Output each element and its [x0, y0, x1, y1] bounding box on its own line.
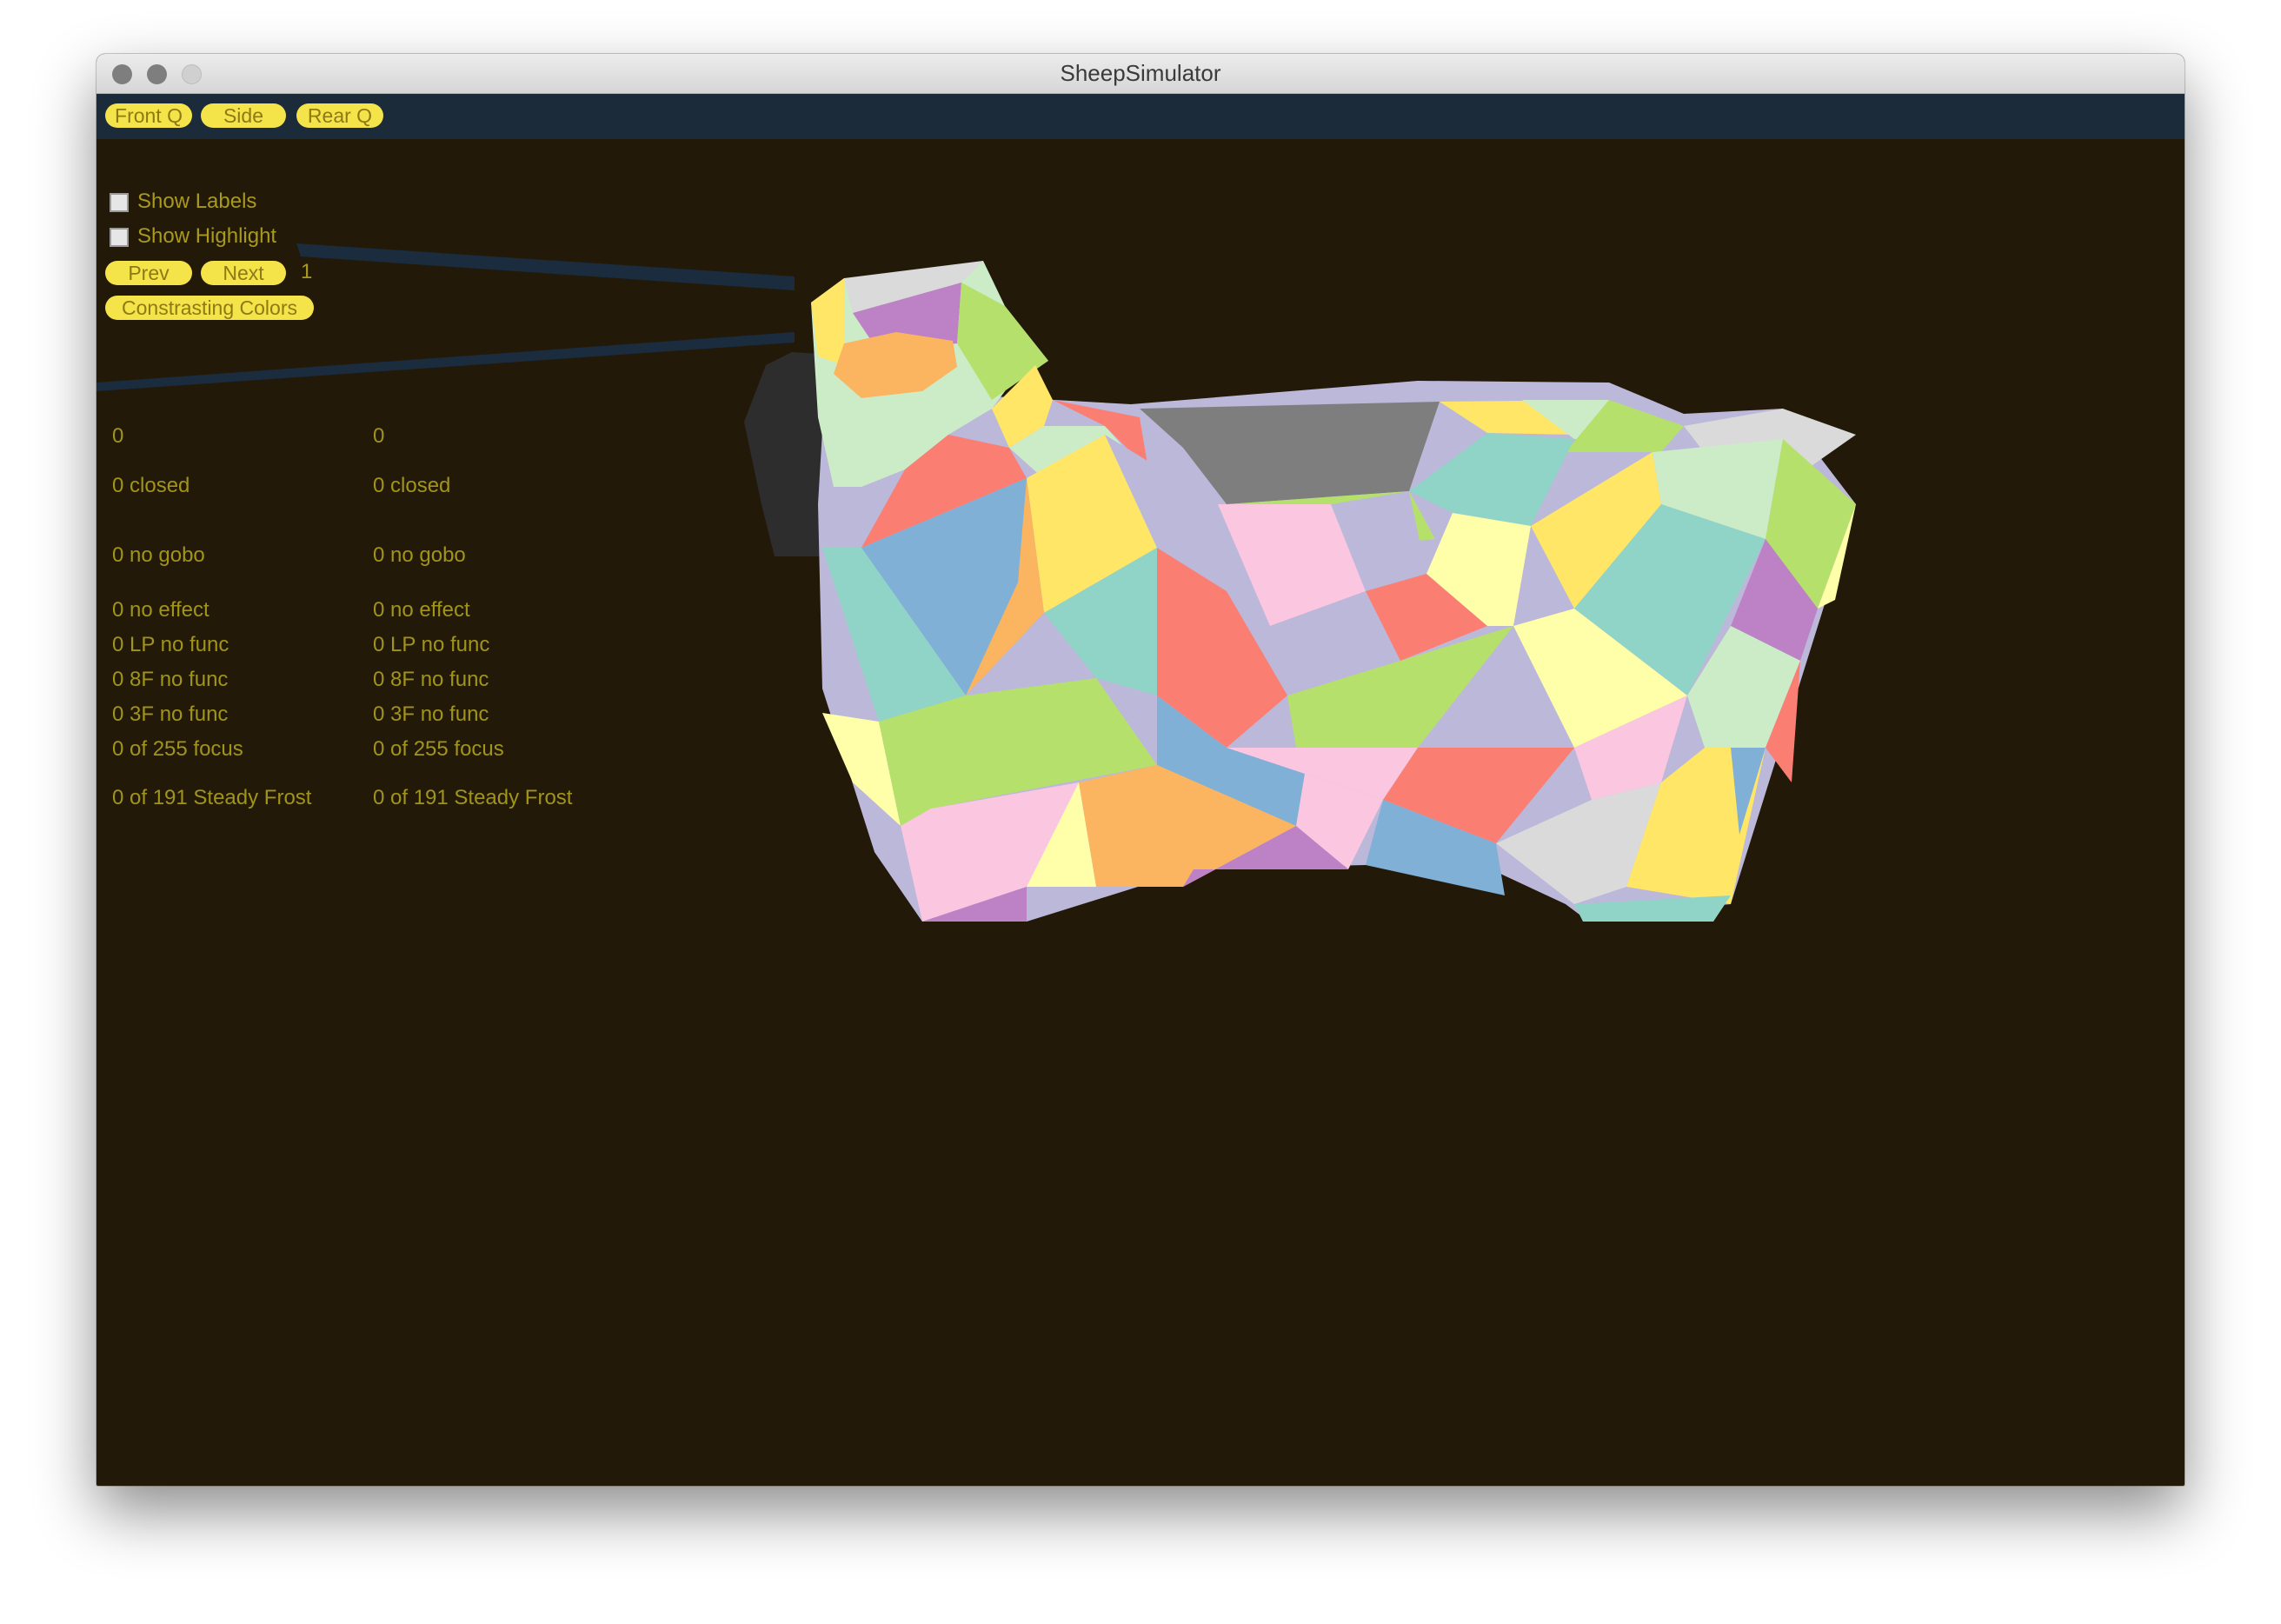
prev-button[interactable]: Prev [105, 261, 192, 285]
title-bar: SheepSimulator [96, 54, 2185, 94]
simulation-canvas[interactable]: Show Labels Show Highlight Prev Next 1 C… [96, 139, 2185, 1486]
right-fixture-effect: 0 no effect [373, 598, 470, 622]
show-labels-checkbox[interactable] [110, 193, 129, 212]
left-fixture-3f: 0 3F no func [112, 702, 229, 726]
camera-toolbar: Front Q Side Rear Q [96, 94, 2185, 139]
left-fixture-8f: 0 8F no func [112, 668, 229, 691]
left-fixture-lp: 0 LP no func [112, 633, 229, 656]
light-beam [96, 332, 795, 391]
light-beam [296, 243, 795, 290]
next-button[interactable]: Next [201, 261, 286, 285]
show-highlight-label: Show Highlight [137, 224, 277, 248]
right-fixture-shutter: 0 closed [373, 474, 451, 497]
right-fixture-gobo: 0 no gobo [373, 543, 466, 567]
right-fixture-8f: 0 8F no func [373, 668, 489, 691]
front-q-button[interactable]: Front Q [105, 103, 192, 128]
side-button[interactable]: Side [201, 103, 286, 128]
show-labels-label: Show Labels [137, 190, 257, 213]
app-window: SheepSimulator Front Q Side Rear Q Show … [96, 54, 2185, 1486]
left-fixture-focus: 0 of 255 focus [112, 737, 243, 761]
left-fixture-gobo: 0 no gobo [112, 543, 205, 567]
window-title: SheepSimulator [1060, 60, 1221, 86]
right-fixture-dimmer: 0 [373, 424, 385, 448]
right-fixture-lp: 0 LP no func [373, 633, 490, 656]
left-fixture-effect: 0 no effect [112, 598, 209, 622]
sheep-model [96, 243, 1856, 922]
right-fixture-focus: 0 of 255 focus [373, 737, 504, 761]
left-fixture-frost: 0 of 191 Steady Frost [112, 786, 312, 809]
left-fixture-shutter: 0 closed [112, 474, 190, 497]
right-fixture-frost: 0 of 191 Steady Frost [373, 786, 573, 809]
left-fixture-dimmer: 0 [112, 424, 124, 448]
show-highlight-checkbox[interactable] [110, 228, 129, 247]
rear-q-button[interactable]: Rear Q [296, 103, 383, 128]
right-fixture-3f: 0 3F no func [373, 702, 489, 726]
contrasting-colors-button[interactable]: Constrasting Colors [105, 296, 314, 320]
page-number: 1 [301, 260, 313, 283]
